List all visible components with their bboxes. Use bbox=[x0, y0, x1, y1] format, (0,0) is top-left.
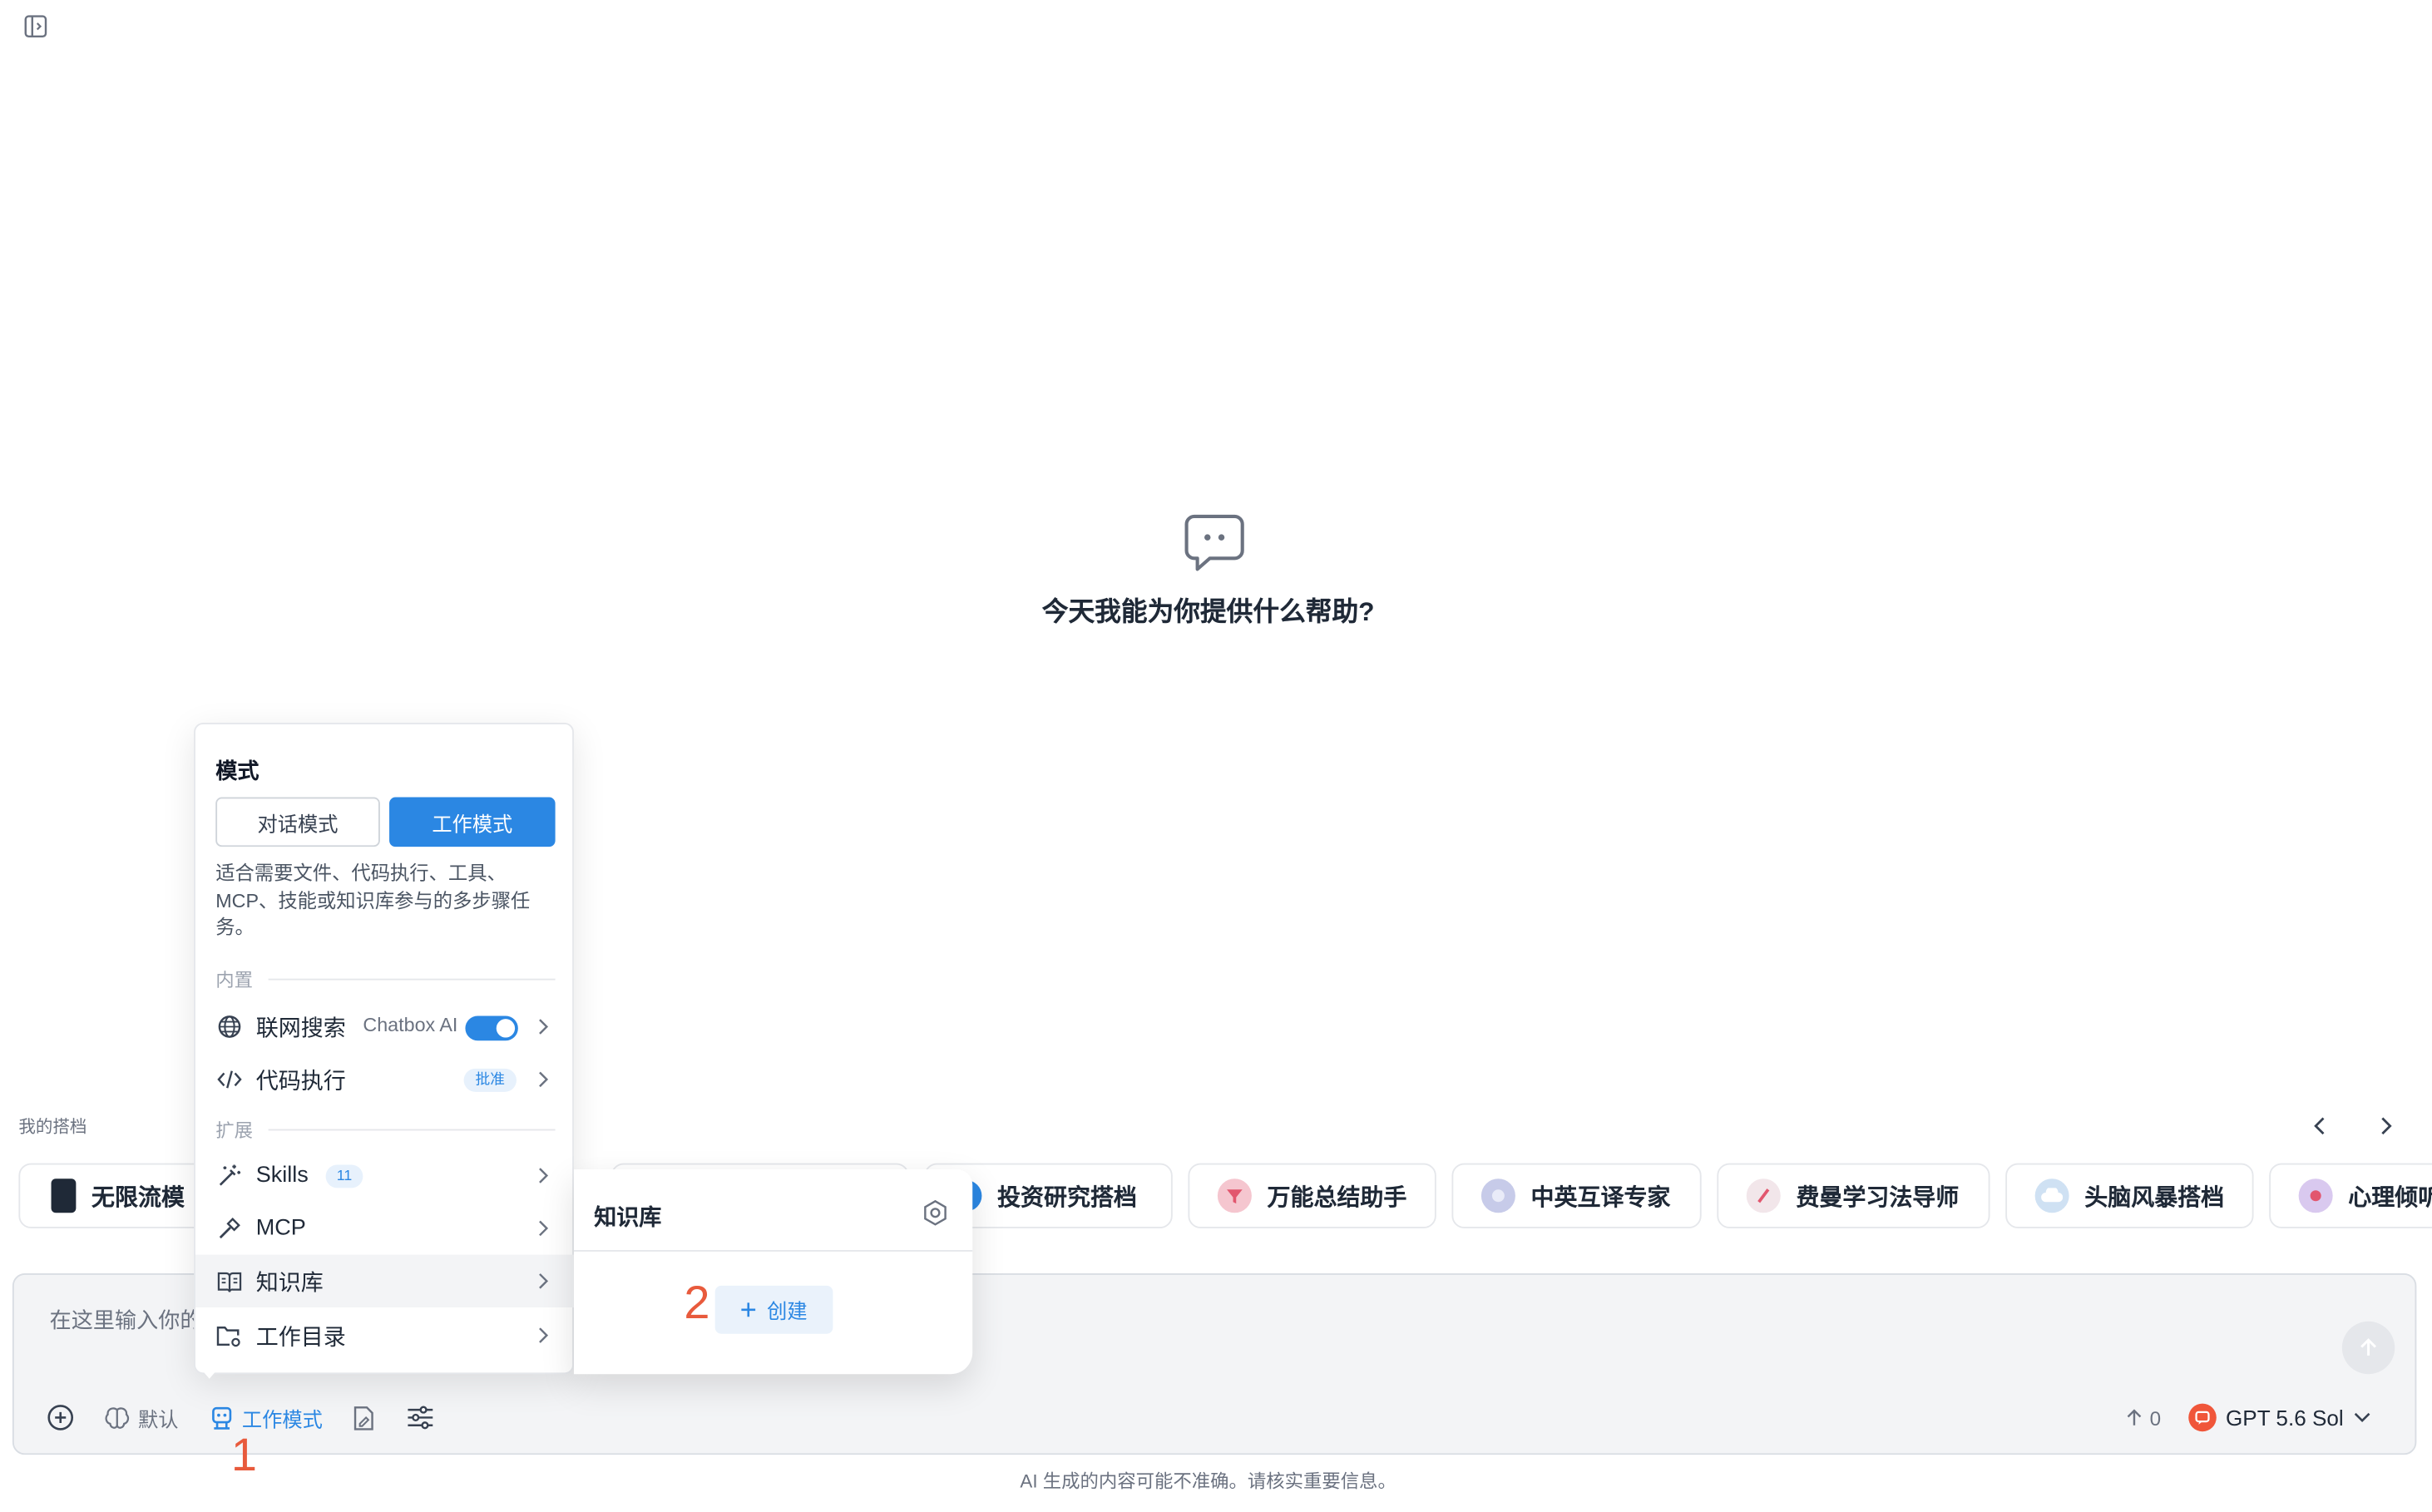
token-count: 0 bbox=[2149, 1406, 2162, 1430]
chat-mode-button[interactable]: 对话模式 bbox=[215, 797, 380, 847]
partner-card[interactable]: 万能总结助手 bbox=[1188, 1163, 1436, 1228]
menu-item-web-search[interactable]: 联网搜索 Chatbox AI bbox=[195, 1001, 574, 1053]
chevron-down-icon bbox=[2354, 1412, 2370, 1423]
sliders-icon bbox=[408, 1406, 433, 1430]
document-button[interactable] bbox=[352, 1399, 375, 1436]
mode-popover: 模式 对话模式 工作模式 适合需要文件、代码执行、工具、MCP、技能或知识库参与… bbox=[194, 722, 574, 1375]
web-search-toggle[interactable] bbox=[465, 1015, 518, 1041]
send-button[interactable] bbox=[2341, 1321, 2395, 1375]
partner-card[interactable]: 中英互译专家 bbox=[1451, 1163, 1702, 1228]
document-edit-icon bbox=[353, 1406, 373, 1430]
kb-create-label: 创建 bbox=[767, 1299, 808, 1323]
attach-button[interactable] bbox=[47, 1399, 75, 1436]
default-mode-label: 默认 bbox=[137, 1407, 179, 1431]
knowledge-base-submenu: 知识库 创建 bbox=[573, 1169, 973, 1375]
kb-divider bbox=[573, 1250, 973, 1252]
app-window: 今天我能为你提供什么帮助? 我的搭档 无限流模 投资研究搭档 万能总结助手 中英… bbox=[0, 0, 2432, 1512]
partner-card[interactable]: 头脑风暴搭档 bbox=[2005, 1163, 2254, 1228]
menu-item-label: MCP bbox=[255, 1216, 306, 1241]
partner-card[interactable]: 费曼学习法导师 bbox=[1717, 1163, 1990, 1228]
partner-name: 中英互译专家 bbox=[1530, 1183, 1671, 1211]
menu-item-mcp[interactable]: MCP bbox=[195, 1202, 574, 1254]
ai-disclaimer: AI 生成的内容可能不准确。请核实重要信息。 bbox=[1020, 1470, 1396, 1492]
kb-create-button[interactable]: 创建 bbox=[714, 1285, 833, 1334]
book-open-icon bbox=[215, 1267, 242, 1294]
brain-icon bbox=[105, 1406, 130, 1428]
chevron-right-icon bbox=[2381, 1117, 2392, 1135]
globe-icon bbox=[215, 1014, 242, 1040]
mode-description: 适合需要文件、代码执行、工具、MCP、技能或知识库参与的多步骤任务。 bbox=[215, 862, 531, 939]
approval-badge: 批准 bbox=[463, 1068, 517, 1092]
chevron-right-icon bbox=[539, 1220, 549, 1237]
partner-avatar bbox=[1746, 1178, 1781, 1213]
partner-avatar bbox=[2034, 1178, 2069, 1213]
plus-icon bbox=[742, 1302, 757, 1317]
menu-item-knowledge-base[interactable]: 知识库 bbox=[195, 1254, 574, 1308]
partner-name: 万能总结助手 bbox=[1267, 1183, 1407, 1211]
hammer-icon bbox=[215, 1215, 242, 1242]
partner-name: 心理倾听 bbox=[2348, 1183, 2432, 1211]
partner-card[interactable]: 无限流模 bbox=[18, 1163, 208, 1228]
chevron-right-icon bbox=[539, 1327, 549, 1343]
menu-item-label: 联网搜索 bbox=[255, 1016, 346, 1042]
robot-icon bbox=[212, 1406, 232, 1429]
model-provider-icon bbox=[2188, 1403, 2217, 1432]
builtin-section-text: 内置 bbox=[215, 969, 253, 991]
partner-name: 头脑风暴搭档 bbox=[2084, 1183, 2225, 1211]
annotation-number-1: 1 bbox=[230, 1430, 257, 1481]
extensions-section-label: 扩展 bbox=[215, 1117, 556, 1144]
partner-name: 无限流模 bbox=[91, 1183, 185, 1211]
work-mode-label: 工作模式 bbox=[241, 1407, 323, 1431]
partners-section-label: 我的搭档 bbox=[18, 1118, 87, 1137]
menu-item-label: 工作目录 bbox=[255, 1325, 346, 1351]
menu-item-code-exec[interactable]: 代码执行 批准 bbox=[195, 1053, 574, 1105]
model-selector[interactable]: GPT 5.6 Sol bbox=[2188, 1399, 2371, 1436]
sidebar-panel-icon bbox=[24, 15, 47, 38]
menu-item-label: Skills bbox=[255, 1163, 309, 1188]
partners-next-button[interactable] bbox=[2370, 1110, 2400, 1141]
default-mode-button[interactable]: 默认 bbox=[104, 1399, 179, 1436]
partner-card[interactable]: 心理倾听 bbox=[2269, 1163, 2432, 1228]
mode-menu-title: 模式 bbox=[215, 758, 260, 783]
work-mode-button[interactable]: 工作模式 bbox=[210, 1399, 323, 1436]
chevron-right-icon bbox=[539, 1019, 549, 1035]
welcome-heading: 今天我能为你提供什么帮助? bbox=[1041, 596, 1375, 627]
kb-settings-button[interactable] bbox=[922, 1198, 950, 1227]
menu-item-label: 代码执行 bbox=[255, 1069, 346, 1094]
folder-settings-icon bbox=[215, 1322, 242, 1349]
model-name: GPT 5.6 Sol bbox=[2225, 1405, 2344, 1430]
partners-prev-button[interactable] bbox=[2305, 1110, 2336, 1141]
chat-bubble-icon bbox=[1182, 511, 1247, 574]
magic-wand-icon bbox=[215, 1163, 242, 1189]
partner-avatar bbox=[2298, 1178, 2333, 1213]
token-counter: 0 bbox=[2125, 1399, 2161, 1436]
chevron-right-icon bbox=[539, 1071, 549, 1088]
code-icon bbox=[215, 1066, 242, 1093]
builtin-section-label: 内置 bbox=[215, 966, 556, 993]
gear-icon bbox=[924, 1199, 947, 1226]
chevron-right-icon bbox=[539, 1273, 549, 1289]
work-mode-option-button[interactable]: 工作模式 bbox=[389, 797, 556, 847]
popover-arrow bbox=[200, 1367, 219, 1379]
menu-item-skills[interactable]: Skills 11 bbox=[195, 1149, 574, 1202]
partner-avatar bbox=[51, 1178, 77, 1213]
chevron-right-icon bbox=[539, 1168, 549, 1183]
partner-name: 费曼学习法导师 bbox=[1796, 1183, 1960, 1211]
partner-avatar bbox=[1217, 1178, 1252, 1213]
skills-count-badge: 11 bbox=[325, 1164, 363, 1188]
extensions-section-text: 扩展 bbox=[215, 1119, 253, 1142]
partner-avatar bbox=[1480, 1178, 1515, 1213]
menu-item-label: 知识库 bbox=[255, 1271, 324, 1297]
settings-sliders-button[interactable] bbox=[407, 1399, 435, 1436]
web-search-provider: Chatbox AI bbox=[363, 1014, 458, 1036]
partner-name: 投资研究搭档 bbox=[997, 1183, 1137, 1211]
plus-circle-icon bbox=[47, 1405, 74, 1430]
annotation-number-2: 2 bbox=[684, 1277, 710, 1330]
menu-item-workdir[interactable]: 工作目录 bbox=[195, 1309, 574, 1361]
kb-submenu-title: 知识库 bbox=[594, 1206, 662, 1232]
chevron-left-icon bbox=[2314, 1117, 2325, 1135]
arrow-up-icon bbox=[2360, 1338, 2376, 1356]
arrow-up-icon bbox=[2127, 1409, 2142, 1426]
sidebar-toggle-button[interactable] bbox=[18, 9, 52, 43]
